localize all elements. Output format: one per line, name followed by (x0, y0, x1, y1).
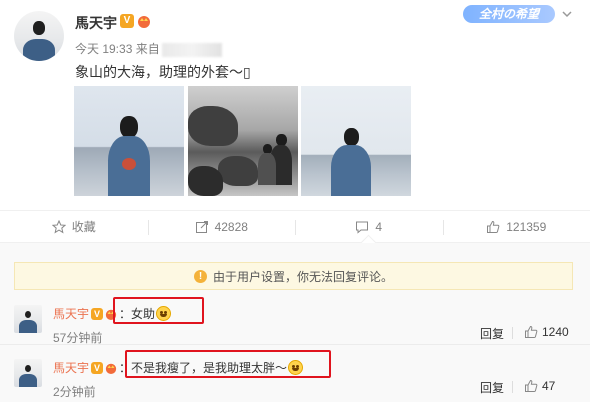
commenter-avatar[interactable] (14, 359, 42, 387)
blurred-source (161, 42, 222, 57)
post-meta: 今天 19:33 来自 (75, 40, 222, 57)
like-button[interactable]: 121359 (442, 211, 590, 242)
reply-disabled-notice: ! 由于用户设置，你无法回复评论。 (14, 262, 573, 290)
comments-section: ! 由于用户设置，你无法回复评论。 馬天宇 V ：女助 57分钟前 回复 124… (0, 243, 590, 402)
info-icon: ! (193, 269, 207, 283)
chevron-down-icon[interactable] (560, 7, 574, 21)
divider (512, 327, 513, 339)
notice-text: 由于用户设置，你无法回复评论。 (212, 269, 393, 284)
reply-button[interactable]: 回复 (480, 379, 504, 396)
post-photo-3[interactable] (301, 86, 411, 196)
author-name[interactable]: 馬天宇 (75, 13, 117, 33)
author-avatar[interactable] (14, 11, 64, 61)
reply-button[interactable]: 回复 (480, 325, 504, 342)
thumbs-up-icon (525, 325, 538, 338)
commenter-name[interactable]: 馬天宇 (53, 305, 89, 322)
weibo-post: 馬天宇 V 今天 19:33 来自 象山的大海，助理的外套～▯ 全村の希望 (0, 0, 590, 210)
verified-icon: V (91, 307, 104, 320)
author-badges: V (120, 14, 151, 28)
like-count: 121359 (506, 219, 547, 234)
comment-icon (356, 221, 369, 234)
verified-icon: V (120, 14, 134, 28)
verified-icon: V (91, 361, 104, 374)
commenter-avatar[interactable] (14, 305, 42, 333)
comment-button[interactable]: 4 (295, 211, 443, 242)
post-time[interactable]: 今天 19:33 来自 (75, 42, 160, 56)
post-photo-2[interactable] (188, 86, 298, 196)
repost-count: 42828 (214, 219, 248, 234)
comment-count: 4 (375, 219, 383, 234)
divider (512, 381, 513, 393)
favorite-label: 收藏 (71, 220, 96, 234)
favorite-button[interactable]: 收藏 (0, 211, 148, 242)
commenter-badges: V (91, 361, 117, 374)
highlight-box (113, 297, 204, 324)
comment-time: 57分钟前 (53, 331, 103, 345)
comment-time: 2分钟前 (53, 385, 96, 399)
crown-icon (105, 363, 117, 374)
commenter-name[interactable]: 馬天宇 (53, 359, 89, 376)
star-icon (51, 219, 66, 233)
crown-icon (138, 16, 150, 28)
highlight-box (125, 350, 331, 378)
comment-like-count: 1240 (542, 325, 569, 339)
comment-like-button[interactable]: 1240 (524, 325, 569, 339)
thumbs-up-icon (525, 379, 538, 392)
thumbs-up-icon (487, 220, 500, 233)
post-text: 象山的大海，助理的外套～▯ (75, 64, 251, 80)
repost-icon (195, 220, 208, 233)
comment-like-count: 47 (542, 379, 556, 393)
post-photo-1[interactable] (74, 86, 184, 196)
post-action-bar: 收藏 42828 4 121359 (0, 210, 590, 243)
repost-button[interactable]: 42828 (147, 211, 296, 242)
comment-like-button[interactable]: 47 (524, 379, 555, 393)
fan-badge: 全村の希望 (463, 5, 555, 23)
comment-item: 馬天宇 V ：女助 57分钟前 回复 1240 (0, 295, 590, 345)
